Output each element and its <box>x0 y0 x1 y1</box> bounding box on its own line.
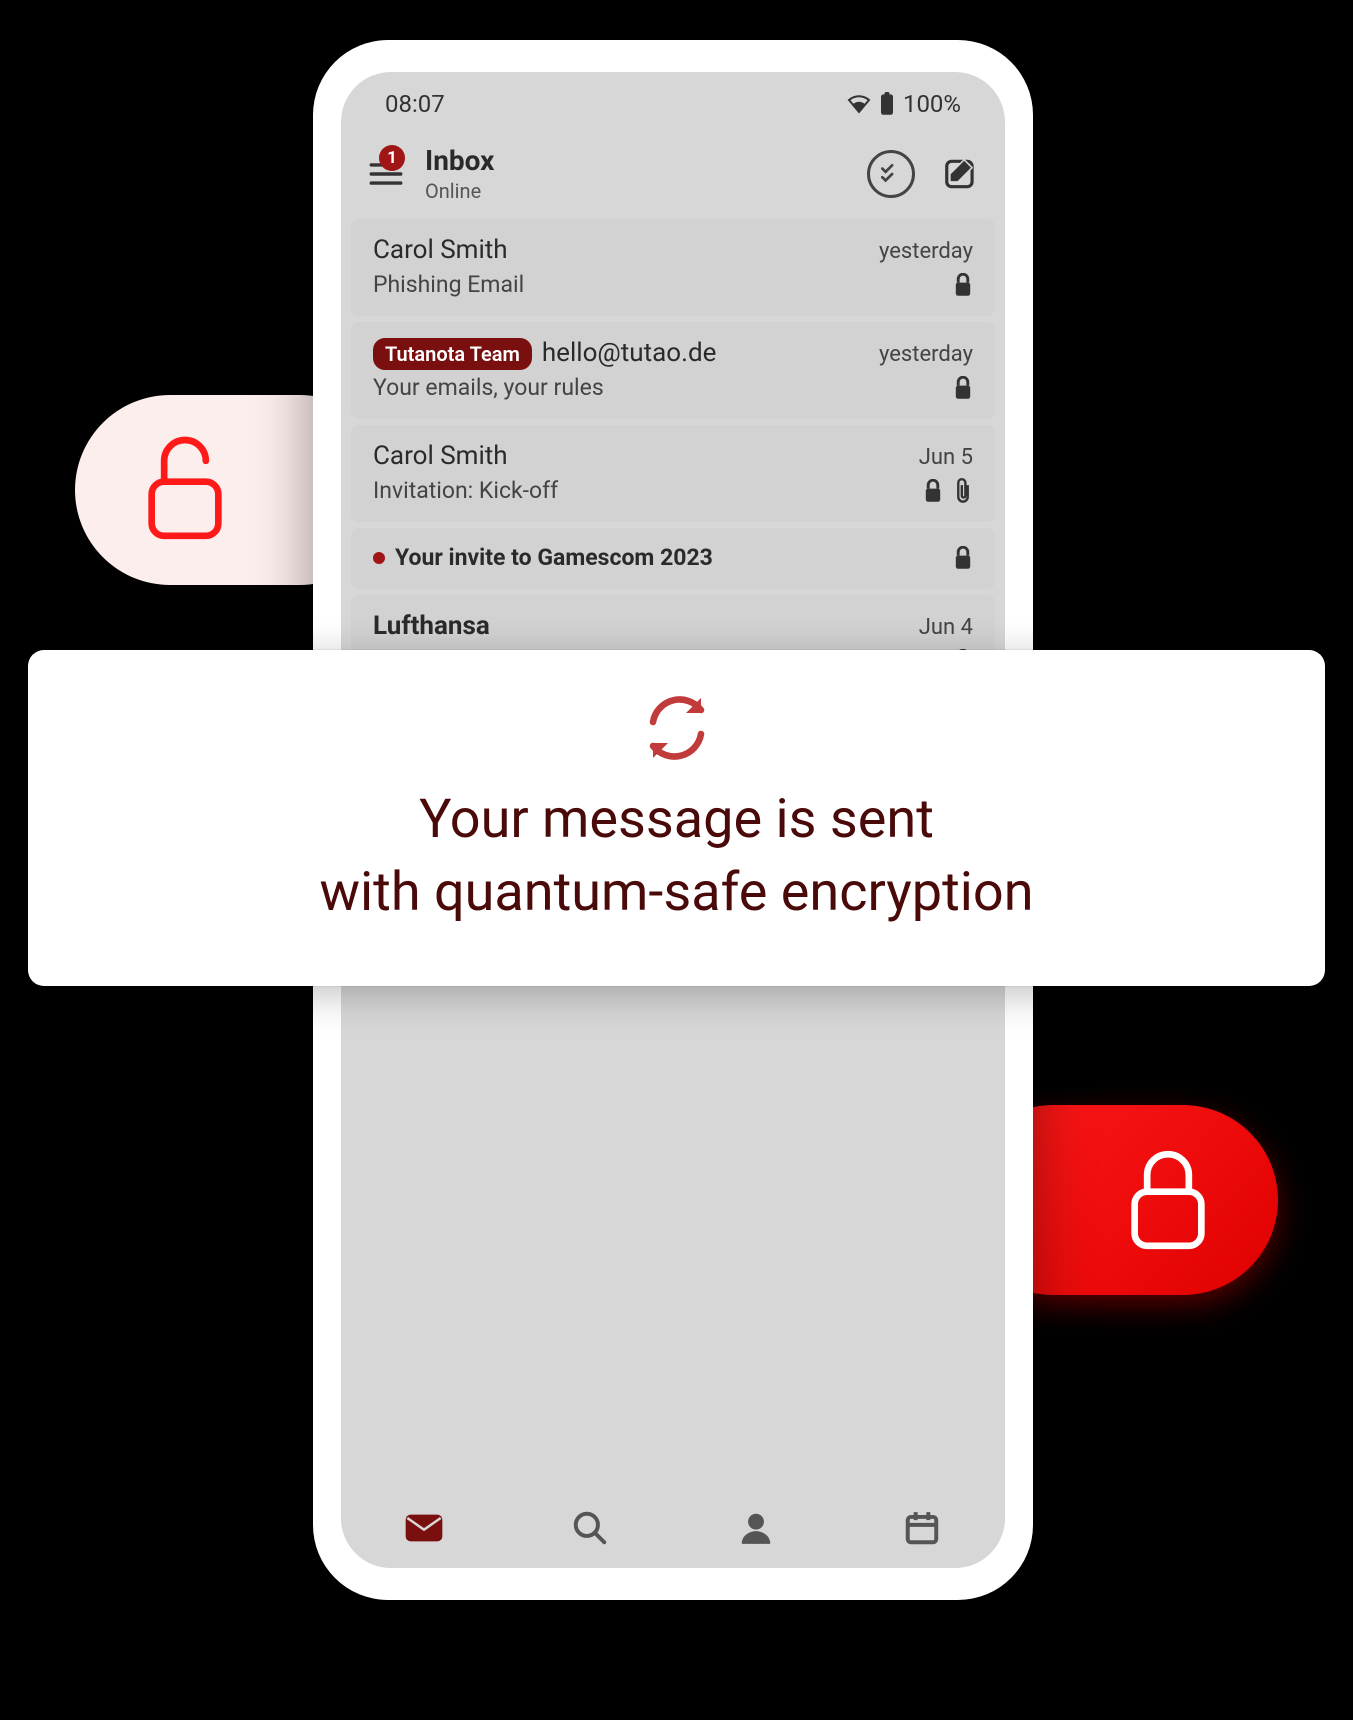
unlock-icon <box>135 430 235 550</box>
attachment-icon <box>953 478 973 504</box>
email-date: Jun 5 <box>919 445 973 470</box>
email-row[interactable]: Carol SmithJun 5 Invitation: Kick-off <box>351 425 995 522</box>
bottom-nav <box>341 1488 1005 1568</box>
email-sender: Tutanota Teamhello@tutao.de <box>373 338 879 368</box>
nav-mail[interactable] <box>399 1503 449 1553</box>
wifi-icon <box>847 94 871 114</box>
compose-button[interactable] <box>937 150 985 198</box>
battery-percent: 100% <box>903 90 961 118</box>
nav-contacts[interactable] <box>731 1503 781 1553</box>
unread-dot <box>373 552 385 564</box>
banner-line2: with quantum-safe encryption <box>319 861 1033 924</box>
battery-icon <box>879 92 895 116</box>
email-sender: Carol Smith <box>373 235 879 265</box>
nav-search[interactable] <box>565 1503 615 1553</box>
lock-icon <box>953 273 973 297</box>
email-date: yesterday <box>879 342 973 367</box>
lock-icon <box>953 546 973 570</box>
email-row[interactable]: Tutanota Teamhello@tutao.deyesterday Your… <box>351 322 995 419</box>
email-sender: Carol Smith <box>373 441 919 471</box>
connection-status: Online <box>425 179 867 203</box>
select-button[interactable] <box>867 150 915 198</box>
email-row[interactable]: Carol Smithyesterday Phishing Email <box>351 219 995 316</box>
email-subject: Invitation: Kick-off <box>373 477 923 504</box>
banner-text: Your message is sent with quantum-safe e… <box>319 784 1033 930</box>
sender-tag: Tutanota Team <box>373 338 532 370</box>
status-time: 08:07 <box>385 90 445 118</box>
status-icons: 100% <box>847 90 961 118</box>
encryption-banner: Your message is sent with quantum-safe e… <box>28 650 1325 986</box>
lock-icon <box>1118 1140 1218 1260</box>
unread-badge: 1 <box>379 145 405 171</box>
lock-icon <box>923 479 943 503</box>
email-subject: Your emails, your rules <box>373 374 953 401</box>
inbox-header: 1 Inbox Online <box>341 136 1005 219</box>
email-subject: Your invite to Gamescom 2023 <box>373 544 953 571</box>
folder-title: Inbox <box>425 144 867 177</box>
email-row[interactable]: Your invite to Gamescom 2023 <box>351 528 995 589</box>
banner-line1: Your message is sent <box>419 788 934 851</box>
email-subject: Phishing Email <box>373 271 953 298</box>
menu-button[interactable]: 1 <box>361 149 411 199</box>
status-bar: 08:07 100% <box>341 72 1005 136</box>
email-sender: Lufthansa <box>373 611 919 641</box>
lock-icon <box>953 376 973 400</box>
email-date: yesterday <box>879 239 973 264</box>
nav-calendar[interactable] <box>897 1503 947 1553</box>
sync-icon <box>641 692 713 764</box>
email-date: Jun 4 <box>919 615 973 640</box>
